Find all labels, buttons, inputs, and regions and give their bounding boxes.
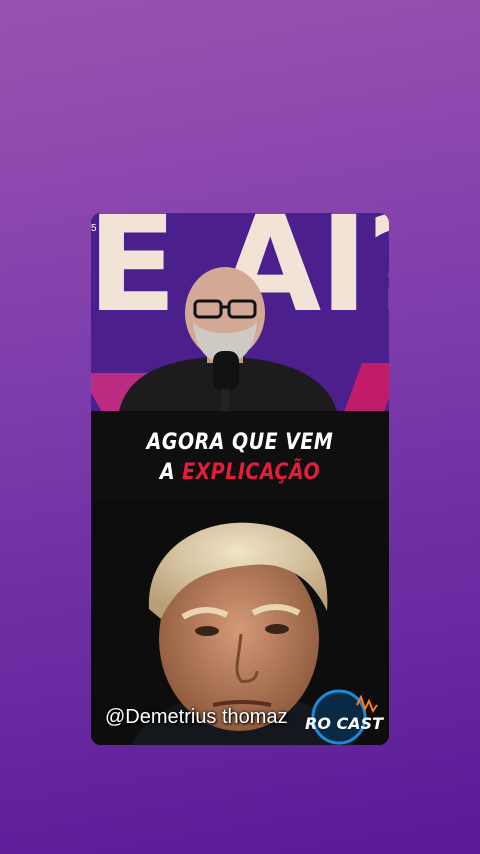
caption-line-1: AGORA QUE VEM bbox=[146, 429, 334, 455]
caption-banner: AGORA QUE VEM A EXPLICAÇÃO bbox=[91, 411, 389, 499]
caption-highlight: EXPLICAÇÃO bbox=[182, 459, 321, 485]
logo-text: RO CAST bbox=[305, 714, 384, 733]
podcast-studio-shot: E AI? 5 bbox=[91, 213, 389, 411]
podcast-host-image bbox=[119, 267, 337, 411]
creator-handle: @Demetrius thomaz bbox=[105, 706, 288, 728]
video-frame[interactable]: E AI? 5 AGORA QUE VEM A EXPLICAÇÃO bbox=[91, 213, 389, 745]
studio-decor-stripe bbox=[340, 363, 389, 411]
caption-line-2: A EXPLICAÇÃO bbox=[91, 459, 389, 484]
corner-mark: 5 bbox=[91, 223, 97, 234]
caption-prefix: A bbox=[159, 459, 176, 485]
podcast-logo-icon: RO CAST bbox=[305, 689, 384, 745]
